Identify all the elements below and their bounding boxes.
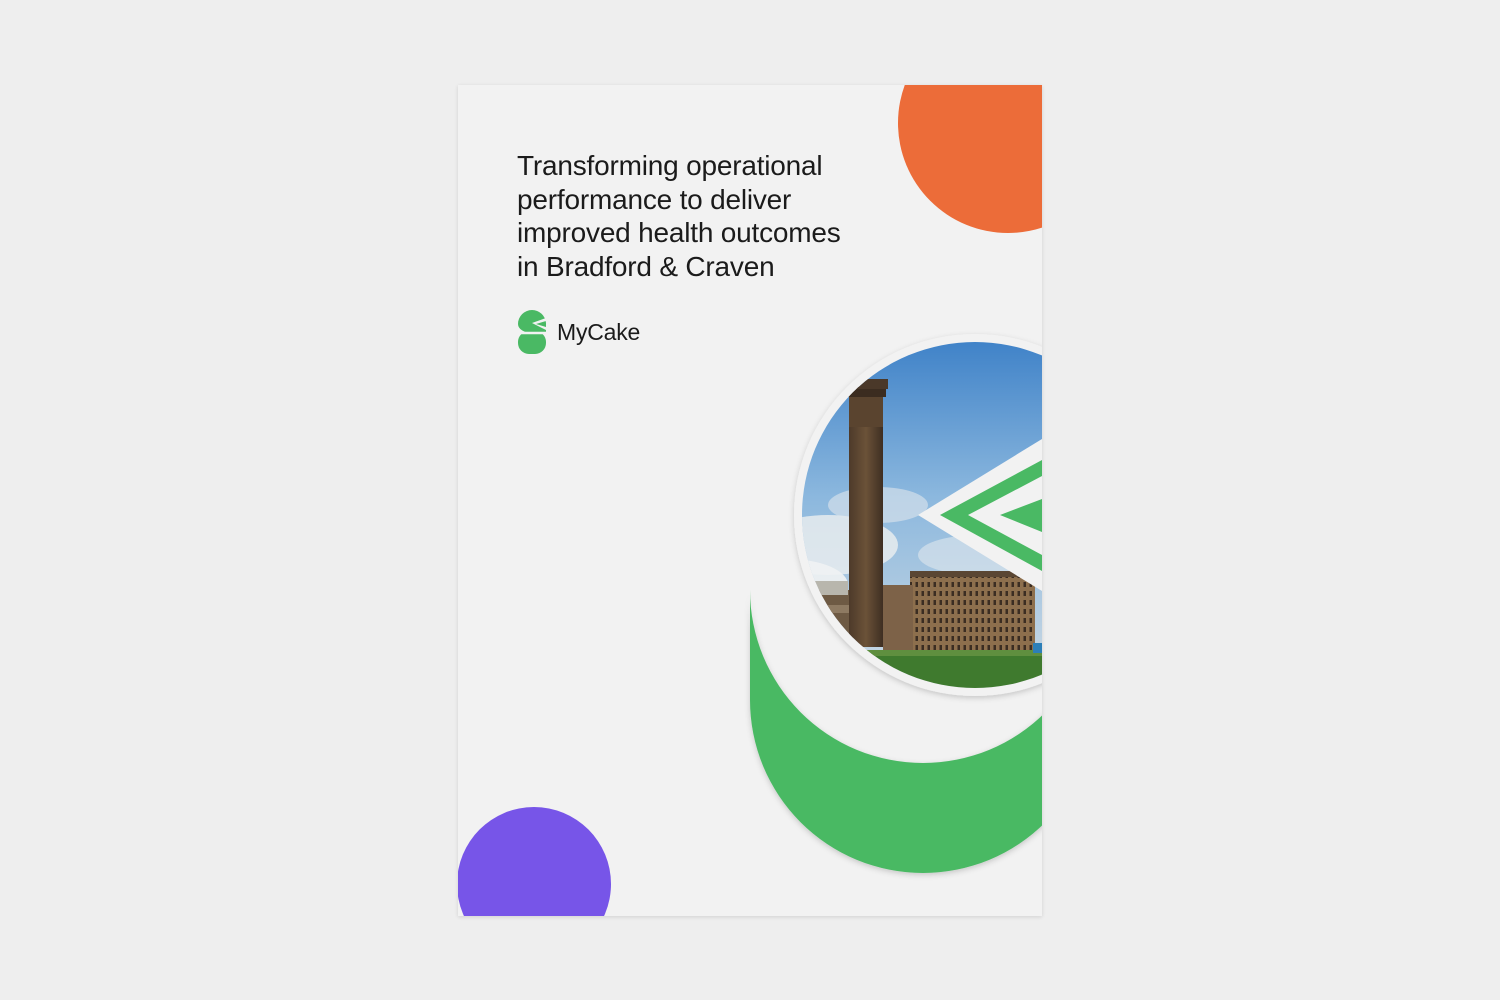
- brand-logo: MyCake: [517, 309, 640, 355]
- title-line: performance to deliver: [517, 183, 792, 215]
- mycake-logo-icon: [518, 309, 546, 354]
- brand-name: MyCake: [557, 318, 641, 345]
- document-title: Transforming operational performance to …: [517, 149, 937, 283]
- title-line: improved health outcomes: [517, 217, 841, 248]
- page-background: Transforming operational performance to …: [0, 0, 1500, 1000]
- title-line: Transforming operational: [517, 150, 823, 181]
- report-cover: Transforming operational performance to …: [458, 85, 1042, 916]
- title-line: in Bradford & Craven: [517, 250, 775, 282]
- purple-circle: [458, 807, 611, 916]
